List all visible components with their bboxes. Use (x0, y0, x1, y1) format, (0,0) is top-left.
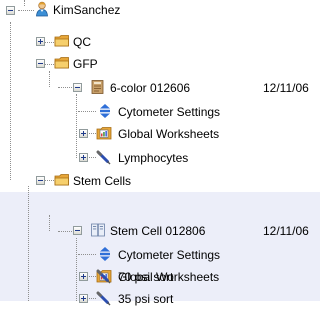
experiment-date: 12/11/06 (263, 224, 309, 238)
tree-row-label: 35 psi sort (118, 292, 174, 306)
expand-toggle[interactable] (79, 272, 88, 281)
user-icon (34, 1, 50, 17)
cytometer-settings-icon (97, 246, 113, 262)
expand-toggle[interactable] (79, 129, 88, 138)
collapse-toggle[interactable] (36, 59, 45, 68)
specimen-tube-icon (96, 268, 112, 284)
tree-row-35-psi-sort[interactable]: 35 psi sort (0, 289, 320, 311)
folder-icon (54, 172, 70, 188)
tree-row-6-color-012606[interactable]: 6-color 012606 12/11/06 (0, 78, 320, 100)
tree-row-cytometer-settings[interactable]: Cytometer Settings (0, 102, 320, 124)
tree-row-label: Global Worksheets (118, 127, 220, 141)
folder-icon (54, 33, 70, 49)
tree-row-kimsanchez[interactable]: KimSanchez (0, 0, 320, 22)
cytometer-settings-icon (97, 103, 113, 119)
tree-row-stem-cell-012806[interactable]: Stem Cell 012806 12/11/06 (0, 221, 320, 243)
tree-row-lymphocytes[interactable]: Lymphocytes (0, 148, 320, 170)
collapse-toggle[interactable] (36, 176, 45, 185)
tree-row-label: Cytometer Settings (118, 248, 221, 262)
tree-row-gfp[interactable]: GFP (0, 55, 320, 77)
specimen-tube-icon (96, 149, 112, 165)
collapse-toggle[interactable] (73, 83, 82, 92)
tree-row-qc[interactable]: QC (0, 33, 320, 55)
tree-row-label: Cytometer Settings (118, 105, 221, 119)
experiment-book-icon (90, 222, 106, 238)
experiment-browser-tree: KimSanchez QC GFP 6-color 012606 12/11/0… (0, 0, 320, 306)
global-worksheets-icon (96, 125, 112, 141)
expand-toggle[interactable] (79, 294, 88, 303)
collapse-toggle[interactable] (6, 6, 15, 15)
tree-row-global-worksheets[interactable]: Global Worksheets (0, 124, 320, 146)
experiment-date: 12/11/06 (263, 81, 309, 95)
tree-row-stem-cells[interactable]: Stem Cells (0, 171, 320, 193)
tree-row-70-psi-sort[interactable]: 70 psi sort (0, 267, 320, 289)
collapse-toggle[interactable] (73, 226, 82, 235)
tree-row-label: GFP (73, 57, 98, 71)
tree-row-label: Lymphocytes (118, 151, 189, 165)
experiment-icon (90, 79, 106, 95)
tree-row-label: Stem Cells (73, 174, 132, 188)
tree-row-label: 6-color 012606 (110, 81, 191, 95)
tree-row-label: 70 psi sort (118, 270, 174, 284)
tree-row-label: Stem Cell 012806 (110, 224, 206, 238)
tree-row-cytometer-settings[interactable]: Cytometer Settings (0, 245, 320, 267)
tree-row-label: QC (73, 35, 91, 49)
specimen-tube-icon (96, 290, 112, 306)
expand-toggle[interactable] (36, 37, 45, 46)
expand-toggle[interactable] (79, 153, 88, 162)
tree-row-label: KimSanchez (53, 3, 121, 17)
folder-icon (54, 55, 70, 71)
